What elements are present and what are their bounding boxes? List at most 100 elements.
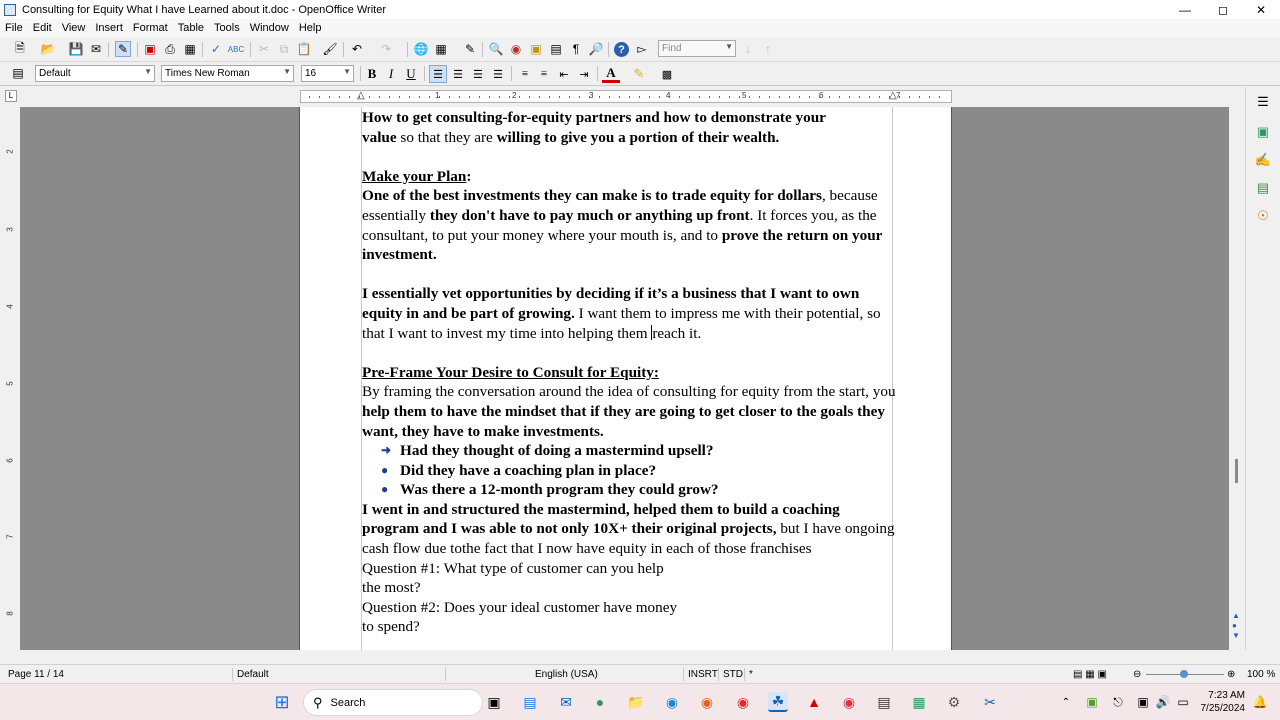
- document-page[interactable]: How to get consulting-for-equity partner…: [299, 107, 952, 650]
- page-indicator[interactable]: Page 11 / 14: [8, 669, 64, 680]
- undo-icon[interactable]: ↶: [349, 41, 365, 57]
- page-navigation-icons[interactable]: ▲ ● ▼: [1232, 611, 1240, 641]
- windows-start-icon[interactable]: ⊞: [272, 692, 292, 712]
- font-size-select[interactable]: 16 ▼: [301, 65, 354, 82]
- justify-icon[interactable]: ☰: [489, 65, 507, 83]
- store-icon[interactable]: ▤: [520, 692, 540, 712]
- close-button[interactable]: ✕: [1242, 0, 1280, 19]
- numbering-icon[interactable]: ≡: [516, 65, 534, 83]
- underline-button[interactable]: U: [402, 65, 420, 83]
- gallery-icon[interactable]: ▣: [528, 41, 544, 57]
- cut-icon[interactable]: ✂: [256, 41, 272, 57]
- copy-icon[interactable]: ⧉: [276, 41, 292, 57]
- selection-mode[interactable]: STD: [723, 669, 743, 680]
- network-icon[interactable]: ▣: [1133, 692, 1153, 712]
- styles-formatting-icon[interactable]: ▤: [10, 65, 26, 81]
- properties-icon[interactable]: ▣: [1254, 123, 1272, 141]
- menu-insert[interactable]: Insert: [95, 22, 123, 34]
- background-color-icon[interactable]: ▩: [658, 65, 676, 83]
- firefox-icon[interactable]: ◉: [697, 692, 717, 712]
- chat-icon[interactable]: ●: [590, 692, 610, 712]
- menu-window[interactable]: Window: [250, 22, 289, 34]
- export-pdf-icon[interactable]: ▣: [142, 41, 158, 57]
- increase-indent-icon[interactable]: ⇥: [575, 65, 593, 83]
- zoom-in-icon[interactable]: ⊕: [1227, 669, 1235, 680]
- paste-icon[interactable]: 📋: [296, 41, 312, 57]
- page-style[interactable]: Default: [237, 669, 269, 680]
- acrobat-icon[interactable]: ▲: [804, 692, 824, 712]
- horizontal-scrollbar[interactable]: [0, 650, 1245, 664]
- menu-format[interactable]: Format: [133, 22, 168, 34]
- formatting-marks-icon[interactable]: ¶: [568, 41, 584, 57]
- settings-icon[interactable]: ⚙: [944, 692, 964, 712]
- spreadsheet-app-icon[interactable]: ▦: [909, 692, 929, 712]
- zoom-out-icon[interactable]: ⊖: [1133, 669, 1141, 680]
- snipping-tool-icon[interactable]: ✂: [980, 692, 1000, 712]
- whats-this-icon[interactable]: ▻: [634, 41, 650, 57]
- paragraph-style-select[interactable]: Default ▼: [35, 65, 155, 82]
- calendar-app-icon[interactable]: ▤: [874, 692, 894, 712]
- show-hidden-icons-icon[interactable]: ⌃: [1056, 692, 1076, 712]
- clone-format-icon[interactable]: 🖌: [322, 41, 338, 57]
- find-replace-icon[interactable]: 🔍: [488, 41, 504, 57]
- battery-icon[interactable]: ▭: [1173, 692, 1193, 712]
- hyperlink-icon[interactable]: 🌐: [413, 41, 429, 57]
- zoom-level[interactable]: 100 %: [1247, 669, 1275, 680]
- spellcheck-icon[interactable]: ✓: [208, 41, 224, 57]
- recorder-icon[interactable]: ◉: [839, 692, 859, 712]
- edit-mode-icon[interactable]: ✎: [115, 41, 131, 57]
- menu-edit[interactable]: Edit: [33, 22, 52, 34]
- data-sources-icon[interactable]: ▤: [548, 41, 564, 57]
- redo-icon[interactable]: ↷: [378, 41, 394, 57]
- find-previous-icon[interactable]: ↑: [760, 41, 776, 57]
- gallery-sidebar-icon[interactable]: ▤: [1254, 179, 1272, 197]
- tray-app-icon[interactable]: ▣: [1082, 692, 1102, 712]
- task-view-icon[interactable]: ▣: [484, 692, 504, 712]
- document-body[interactable]: How to get consulting-for-equity partner…: [362, 108, 896, 637]
- table-icon[interactable]: ▦: [433, 41, 449, 57]
- font-name-select[interactable]: Times New Roman ▼: [161, 65, 294, 82]
- bullets-icon[interactable]: ≡: [535, 65, 553, 83]
- volume-icon[interactable]: 🔊: [1153, 692, 1173, 712]
- align-center-icon[interactable]: ☰: [449, 65, 467, 83]
- navigator-sidebar-icon[interactable]: ☉: [1254, 207, 1272, 225]
- bold-button[interactable]: B: [363, 65, 381, 83]
- edge-icon[interactable]: ◉: [662, 692, 682, 712]
- scrollbar-thumb[interactable]: [1235, 459, 1238, 483]
- menu-file[interactable]: File: [5, 22, 23, 34]
- font-color-icon[interactable]: A: [602, 65, 620, 83]
- menu-table[interactable]: Table: [178, 22, 204, 34]
- minimize-button[interactable]: —: [1166, 0, 1204, 19]
- help-icon[interactable]: ?: [614, 42, 629, 57]
- system-clock[interactable]: 7:23 AM 7/25/2024: [1201, 689, 1246, 715]
- file-explorer-icon[interactable]: 📁: [626, 692, 646, 712]
- maximize-button[interactable]: ◻: [1204, 0, 1242, 19]
- new-document-icon[interactable]: 🗎: [12, 41, 28, 57]
- align-left-icon[interactable]: ☰: [429, 65, 447, 83]
- open-folder-icon[interactable]: 📂: [40, 41, 56, 57]
- openoffice-icon[interactable]: ☘: [768, 692, 788, 712]
- notification-icon[interactable]: 🔔: [1250, 692, 1270, 712]
- print-icon[interactable]: ⎙: [162, 41, 178, 57]
- print-preview-icon[interactable]: ▦: [182, 41, 198, 57]
- microphone-icon[interactable]: ⎋: [1108, 692, 1128, 712]
- horizontal-ruler[interactable]: 1 2 3 4 5 6 7 △ △: [300, 90, 952, 103]
- menu-tools[interactable]: Tools: [214, 22, 240, 34]
- menu-view[interactable]: View: [62, 22, 86, 34]
- sidebar-menu-icon[interactable]: ☰: [1254, 93, 1272, 111]
- italic-button[interactable]: I: [382, 65, 400, 83]
- decrease-indent-icon[interactable]: ⇤: [555, 65, 573, 83]
- outlook-icon[interactable]: ✉: [556, 692, 576, 712]
- vertical-scrollbar[interactable]: ▲ ● ▼: [1229, 107, 1245, 650]
- language-indicator[interactable]: English (USA): [535, 669, 598, 680]
- menu-help[interactable]: Help: [299, 22, 322, 34]
- navigator-icon[interactable]: ◉: [508, 41, 524, 57]
- tab-type-selector[interactable]: L: [5, 90, 17, 102]
- email-icon[interactable]: ✉: [88, 41, 104, 57]
- align-right-icon[interactable]: ☰: [469, 65, 487, 83]
- view-layout-icon[interactable]: ▤ ▦ ▣: [1073, 669, 1107, 680]
- find-input[interactable]: Find ▼: [658, 40, 736, 57]
- zoom-icon[interactable]: 🔎: [588, 41, 604, 57]
- find-next-icon[interactable]: ↓: [740, 41, 756, 57]
- zoom-slider-knob[interactable]: [1180, 670, 1188, 678]
